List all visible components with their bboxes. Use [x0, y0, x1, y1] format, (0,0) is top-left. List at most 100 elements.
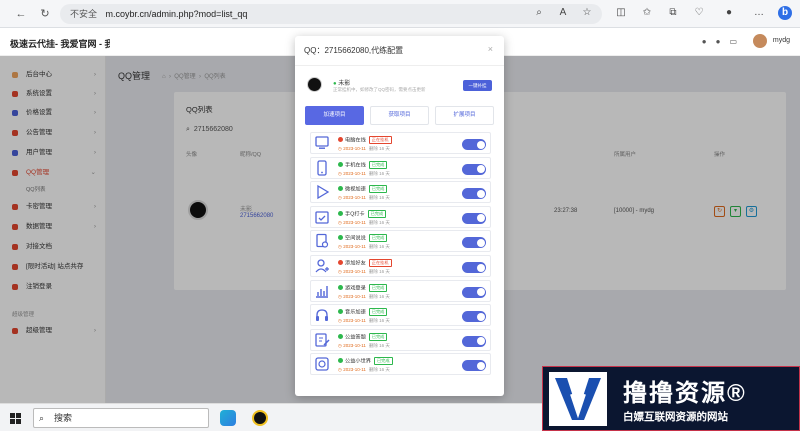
task-row: 手Q打卡 已完成 ◷ 2023-10-11 删除 16 天: [310, 205, 491, 228]
health-icon[interactable]: ♡: [692, 6, 706, 20]
status-badge: 已完成: [368, 332, 388, 341]
close-icon[interactable]: ×: [488, 44, 493, 54]
config-modal: QQ：2715662080,代练配置 × ● 未影 正常挂机中，如修改了QQ密码…: [295, 36, 504, 396]
task-toggle[interactable]: [462, 188, 486, 200]
task-date: ◷ 2023-10-11 删除 16 天: [338, 146, 390, 151]
task-toggle[interactable]: [462, 311, 486, 323]
task-toggle[interactable]: [462, 212, 486, 224]
collections-icon[interactable]: ⧉: [666, 6, 680, 20]
avatar: [307, 77, 322, 92]
windows-start-icon[interactable]: [10, 413, 21, 424]
task-row: 公益小世界 已完成 ◷ 2023-10-11 删除 16 天: [310, 353, 491, 376]
tab-gain[interactable]: 获取项目: [370, 106, 429, 125]
task-name: 手机在线 已完成: [338, 160, 388, 169]
watermark-subtitle: 白嫖互联网资源的网站: [623, 411, 728, 423]
modal-user-name: ● 未影: [333, 81, 351, 87]
card-icon[interactable]: ▭: [729, 37, 746, 46]
status-badge: 已完成: [368, 308, 388, 317]
task-date: ◷ 2023-10-11 删除 16 天: [338, 244, 390, 250]
task-toggle[interactable]: [462, 262, 486, 273]
tab-extend[interactable]: 扩展项目: [435, 106, 494, 125]
divider: [295, 65, 504, 66]
task-row: 电脑在线 正在挂机 ◷ 2023-10-11 删除 16 天: [310, 132, 491, 154]
phone-icon: [317, 159, 327, 176]
bing-icon[interactable]: b: [778, 6, 792, 20]
people-icon[interactable]: ●: [716, 37, 730, 46]
task-name: 公益答题 已完成: [338, 332, 388, 341]
user-name[interactable]: mydg: [773, 37, 790, 44]
task-name: 微视加速 已完成: [338, 185, 388, 194]
task-row: 公益答题 已完成 ◷ 2023-10-11 删除 16 天: [310, 328, 491, 351]
task-date: ◷ 2023-10-11 删除 16 天: [338, 367, 390, 373]
back-icon[interactable]: ←: [12, 5, 30, 23]
task-name: 游戏登录 已完成: [338, 283, 388, 292]
task-date: ◷ 2023-10-11 删除 16 天: [338, 195, 390, 201]
status-dot-icon: [338, 260, 343, 265]
task-toggle[interactable]: [462, 163, 486, 175]
task-name: 添加好友 正在挂机: [338, 259, 392, 267]
qq-app-icon[interactable]: [252, 410, 268, 426]
add-user-icon: [315, 259, 329, 273]
task-toggle[interactable]: [462, 286, 486, 298]
status-dot-icon: [338, 137, 343, 142]
security-warning: 不安全: [70, 9, 98, 19]
status-dot-icon: [338, 333, 343, 339]
status-badge: 已完成: [373, 357, 393, 366]
task-name: 公益小世界 已完成: [338, 357, 393, 366]
watermark-logo: [549, 372, 607, 426]
task-toggle[interactable]: [462, 237, 486, 249]
more-icon[interactable]: …: [752, 6, 766, 20]
tab-speed[interactable]: 加速项目: [305, 106, 364, 125]
chart-icon: [316, 285, 328, 298]
computer-icon: [315, 136, 329, 149]
status-badge: 正在挂机: [368, 259, 392, 267]
task-name: 手Q打卡 已完成: [338, 209, 387, 218]
edge-browser-icon[interactable]: [220, 410, 236, 426]
refresh-icon[interactable]: ↻: [36, 5, 54, 23]
task-date: ◷ 2023-10-11 删除 16 天: [338, 219, 390, 225]
modal-user-desc: 正常挂机中，如修改了QQ密码，需要点击更新: [333, 87, 426, 92]
status-badge: 已完成: [367, 209, 387, 218]
read-aloud-icon[interactable]: A: [556, 6, 570, 20]
task-toggle[interactable]: [462, 335, 486, 347]
status-dot-icon: [338, 284, 343, 290]
task-row: 音乐加速 已完成 ◷ 2023-10-11 删除 16 天: [310, 304, 491, 327]
avatar[interactable]: [753, 34, 767, 48]
task-row: 空间说说 已完成 ◷ 2023-10-11 删除 16 天: [310, 230, 491, 253]
taskbar-search[interactable]: ⌕ 搜索: [33, 408, 209, 428]
task-name: 空间说说 已完成: [338, 234, 388, 243]
task-name: 电脑在线 正在挂机: [338, 136, 392, 144]
task-row: 添加好友 正在挂机 ◷ 2023-10-11 删除 16 天: [310, 255, 491, 277]
split-screen-icon[interactable]: ◫: [614, 6, 628, 20]
headphones-icon: [316, 309, 328, 322]
doc-search-icon: [316, 234, 329, 248]
profile-avatar-icon[interactable]: ●: [722, 6, 736, 20]
task-date: ◷ 2023-10-11 删除 16 天: [338, 269, 390, 274]
address-bar[interactable]: 不安全 m.coybr.cn/admin.php?mod=list_qq: [60, 4, 602, 24]
update-button[interactable]: 一键补挂: [463, 80, 492, 91]
url-text: m.coybr.cn/admin.php?mod=list_qq: [105, 9, 248, 19]
task-name: 音乐加速 已完成: [338, 308, 388, 317]
status-badge: 已完成: [368, 234, 388, 243]
status-dot-icon: [338, 235, 343, 241]
header-icons: ●●▭: [702, 37, 746, 46]
notification-icon[interactable]: ●: [702, 37, 716, 46]
status-dot-icon: [338, 210, 343, 216]
play-icon: [317, 185, 330, 200]
favorite-icon[interactable]: ☆: [580, 6, 594, 20]
task-row: 微视加速 已完成 ◷ 2023-10-11 删除 16 天: [310, 181, 491, 204]
status-dot-icon: [338, 358, 343, 364]
task-toggle[interactable]: [462, 360, 486, 372]
status-badge: 已完成: [368, 160, 388, 169]
site-brand: 极速云代挂- 我爱官网 - 我: [10, 39, 110, 49]
favorites-bar-icon[interactable]: ✩: [640, 6, 654, 20]
watermark-title: 撸撸资源®: [623, 380, 747, 407]
status-dot-icon: [338, 186, 343, 192]
watermark-banner: 撸撸资源® 白嫖互联网资源的网站: [542, 366, 800, 431]
status-badge: 正在挂机: [368, 136, 392, 144]
status-badge: 已完成: [368, 185, 388, 194]
task-row: 游戏登录 已完成 ◷ 2023-10-11 删除 16 天: [310, 279, 491, 302]
zoom-icon[interactable]: ⌕: [532, 6, 546, 20]
task-toggle[interactable]: [462, 139, 486, 150]
calendar-check-icon: [315, 211, 329, 224]
